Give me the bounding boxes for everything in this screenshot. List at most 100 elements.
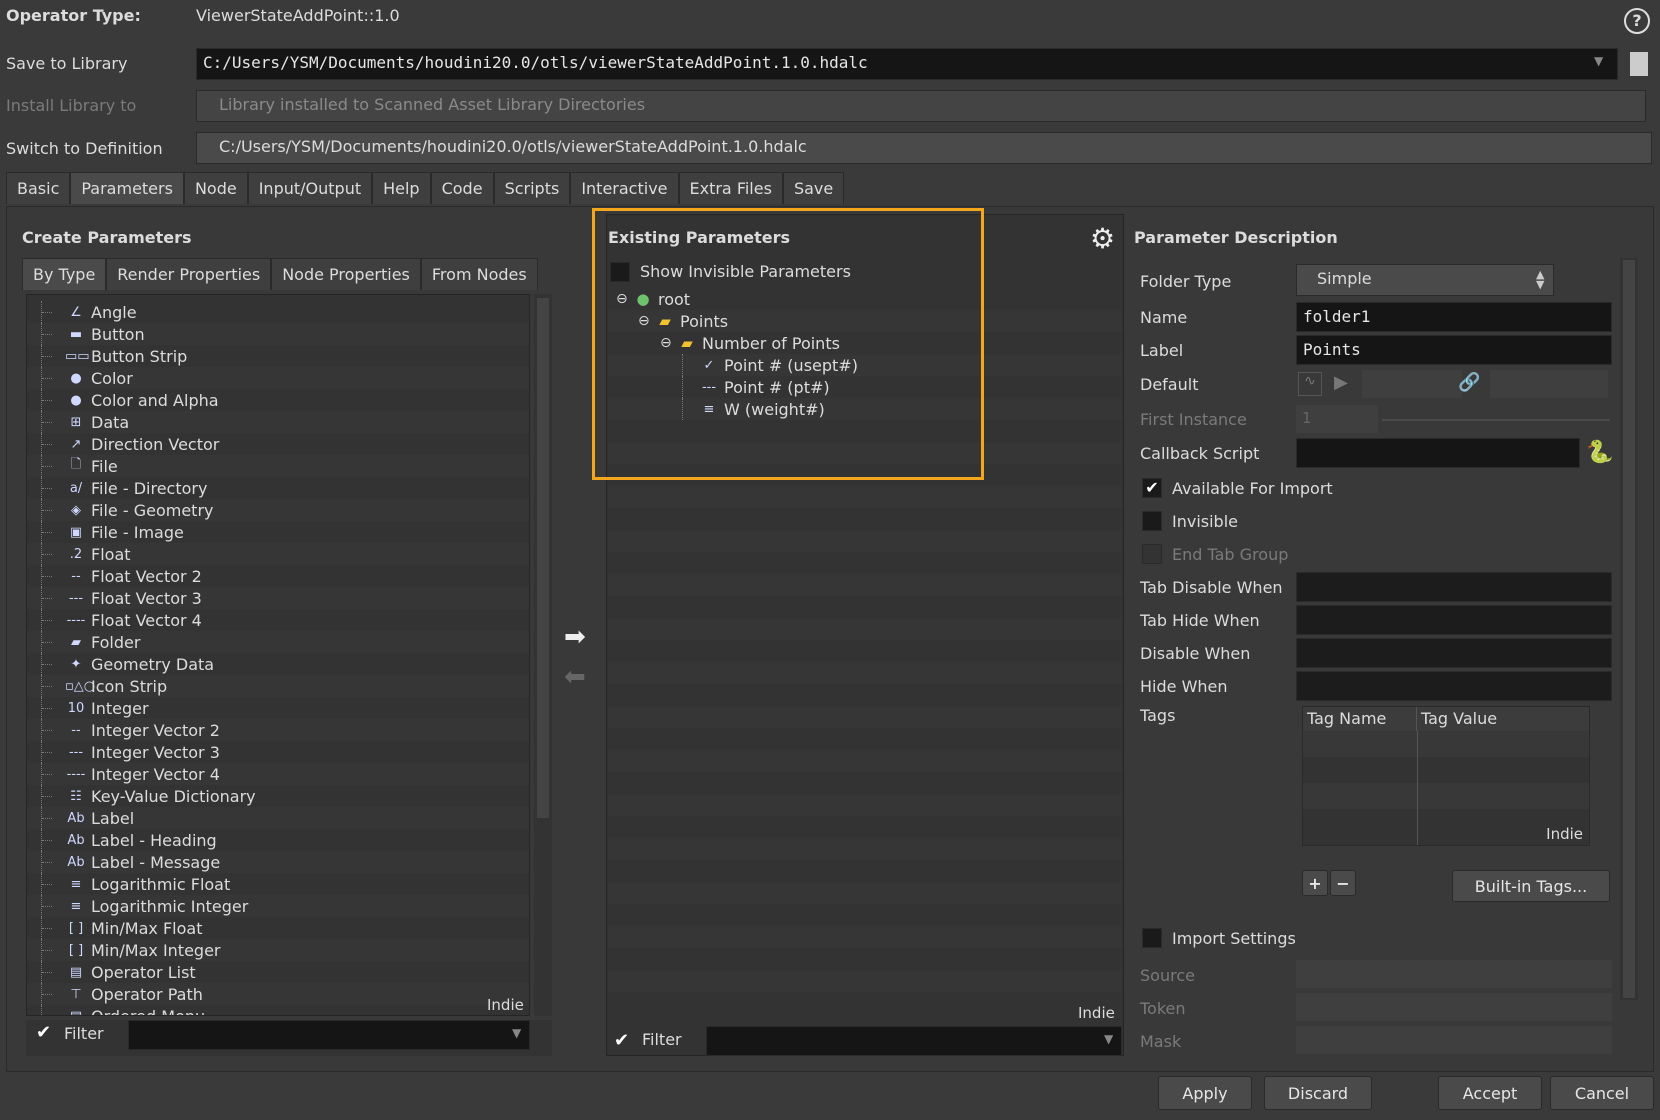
filter-input[interactable] — [128, 1020, 530, 1050]
folder-type-select[interactable]: Simple — [1296, 264, 1554, 296]
list-item[interactable]: ---- Integer Vector 4 — [27, 763, 529, 785]
tab-render-properties[interactable]: Render Properties — [106, 258, 272, 290]
list-item[interactable]: Ab Label - Heading — [27, 829, 529, 851]
import-settings-checkbox[interactable] — [1142, 928, 1162, 948]
disable-when-field[interactable] — [1296, 638, 1612, 668]
tab-node[interactable]: Node — [183, 172, 248, 204]
callback-field[interactable] — [1296, 438, 1580, 468]
param-desc-scrollbar[interactable] — [1620, 258, 1638, 1000]
list-item[interactable]: ⊞ Data — [27, 411, 529, 433]
save-to-library-field[interactable]: C:/Users/YSM/Documents/houdini20.0/otls/… — [196, 48, 1618, 80]
list-item[interactable]: ✦ Geometry Data — [27, 653, 529, 675]
list-item[interactable]: ▭▭ Button Strip — [27, 345, 529, 367]
list-item[interactable]: ---- Float Vector 4 — [27, 609, 529, 631]
list-item[interactable]: --- Float Vector 3 — [27, 587, 529, 609]
hide-when-field[interactable] — [1296, 671, 1612, 701]
cursor-icon[interactable]: ▶ — [1334, 372, 1348, 393]
list-item[interactable]: 🗋 File — [27, 455, 529, 477]
chevron-down-icon[interactable]: ▼ — [512, 1026, 521, 1040]
list-item[interactable]: ▤ Ordered Menu — [27, 1005, 529, 1015]
list-item[interactable]: .2 Float — [27, 543, 529, 565]
list-item[interactable]: ∠ Angle — [27, 301, 529, 323]
list-item[interactable]: Ab Label — [27, 807, 529, 829]
default-field[interactable] — [1362, 370, 1462, 398]
token-field[interactable] — [1296, 993, 1612, 1021]
tab-hide-field[interactable] — [1296, 605, 1612, 635]
tab-parameters[interactable]: Parameters — [70, 172, 184, 204]
tree-connector — [41, 301, 65, 323]
apply-button[interactable]: Apply — [1158, 1076, 1252, 1110]
filter-check-icon[interactable]: ✔ — [614, 1030, 629, 1051]
remove-parameter-arrow-icon[interactable]: ⬅ — [564, 662, 586, 692]
tab-basic[interactable]: Basic — [6, 172, 71, 204]
list-item[interactable]: 10 Integer — [27, 697, 529, 719]
filter-check-icon[interactable]: ✔ — [36, 1022, 51, 1043]
list-item[interactable]: ▫△○ Icon Strip — [27, 675, 529, 697]
tab-save[interactable]: Save — [782, 172, 845, 204]
list-item[interactable]: -- Float Vector 2 — [27, 565, 529, 587]
tag-value-header[interactable]: Tag Value — [1417, 707, 1589, 731]
default-menu[interactable] — [1490, 370, 1608, 398]
list-item[interactable]: ◈ File - Geometry — [27, 499, 529, 521]
tab-node-properties[interactable]: Node Properties — [271, 258, 421, 290]
list-item[interactable]: --- Integer Vector 3 — [27, 741, 529, 763]
name-field[interactable]: folder1 — [1296, 302, 1612, 332]
label-field[interactable]: Points — [1296, 335, 1612, 365]
mask-field[interactable] — [1296, 1026, 1612, 1054]
list-item[interactable]: [ ] Min/Max Float — [27, 917, 529, 939]
list-item[interactable]: ≡ Logarithmic Float — [27, 873, 529, 895]
tab-disable-field[interactable] — [1296, 572, 1612, 602]
switch-definition-select[interactable]: C:/Users/YSM/Documents/houdini20.0/otls/… — [196, 132, 1652, 164]
list-item[interactable]: -- Integer Vector 2 — [27, 719, 529, 741]
list-item[interactable]: ↗ Direction Vector — [27, 433, 529, 455]
list-item[interactable]: [ ] Min/Max Integer — [27, 939, 529, 961]
link-icon[interactable]: 🔗 — [1458, 372, 1480, 393]
builtin-tags-button[interactable]: Built-in Tags... — [1452, 870, 1610, 902]
filter-label: Filter — [64, 1024, 104, 1043]
end-tab-group-checkbox[interactable] — [1142, 544, 1162, 564]
list-item[interactable]: ▬ Button — [27, 323, 529, 345]
param-type-icon: ● — [70, 392, 82, 408]
tab-input-output[interactable]: Input/Output — [247, 172, 373, 204]
discard-button[interactable]: Discard — [1264, 1076, 1372, 1110]
tab-scripts[interactable]: Scripts — [493, 172, 571, 204]
list-item[interactable]: ● Color — [27, 367, 529, 389]
list-item[interactable]: ≡ Logarithmic Integer — [27, 895, 529, 917]
list-item[interactable]: ☷ Key-Value Dictionary — [27, 785, 529, 807]
help-icon[interactable]: ? — [1624, 8, 1650, 34]
tree-row-background — [608, 904, 1122, 926]
tab-code[interactable]: Code — [430, 172, 494, 204]
list-item[interactable]: ▤ Operator List — [27, 961, 529, 983]
file-browse-icon[interactable] — [1630, 52, 1648, 76]
first-instance-field[interactable]: 1 — [1296, 405, 1378, 433]
list-item[interactable]: ▰ Folder — [27, 631, 529, 653]
tab-from-nodes[interactable]: From Nodes — [420, 258, 538, 290]
list-item[interactable]: ▣ File - Image — [27, 521, 529, 543]
list-item[interactable]: ⊤ Operator Path — [27, 983, 529, 1005]
first-instance-slider[interactable] — [1382, 419, 1610, 421]
source-field[interactable] — [1296, 960, 1612, 988]
type-list-scrollbar[interactable] — [534, 294, 552, 1016]
tag-name-header[interactable]: Tag Name — [1303, 707, 1417, 731]
cancel-button[interactable]: Cancel — [1550, 1076, 1654, 1110]
list-item[interactable]: ● Color and Alpha — [27, 389, 529, 411]
chevron-down-icon[interactable]: ▼ — [1104, 1032, 1113, 1046]
available-import-checkbox[interactable]: ✔ — [1142, 478, 1162, 498]
remove-tag-button[interactable]: − — [1330, 870, 1356, 896]
gear-icon[interactable]: ⚙ — [1090, 222, 1115, 255]
invisible-checkbox[interactable] — [1142, 511, 1162, 531]
add-tag-button[interactable]: + — [1302, 870, 1328, 896]
tab-by-type[interactable]: By Type — [22, 258, 107, 290]
expression-icon[interactable]: ∿ — [1298, 372, 1322, 396]
list-item[interactable]: Ab Label - Message — [27, 851, 529, 873]
list-item[interactable]: a/File - Directory — [27, 477, 529, 499]
tree-row-background — [608, 838, 1122, 860]
add-parameter-arrow-icon[interactable]: ➡ — [564, 622, 586, 652]
filter-input[interactable] — [706, 1026, 1122, 1056]
chevron-down-icon[interactable]: ▼ — [1594, 54, 1603, 68]
tab-interactive[interactable]: Interactive — [570, 172, 679, 204]
accept-button[interactable]: Accept — [1438, 1076, 1542, 1110]
tab-help[interactable]: Help — [372, 172, 431, 204]
tab-extra-files[interactable]: Extra Files — [678, 172, 783, 204]
python-icon[interactable]: 🐍 — [1586, 440, 1613, 465]
